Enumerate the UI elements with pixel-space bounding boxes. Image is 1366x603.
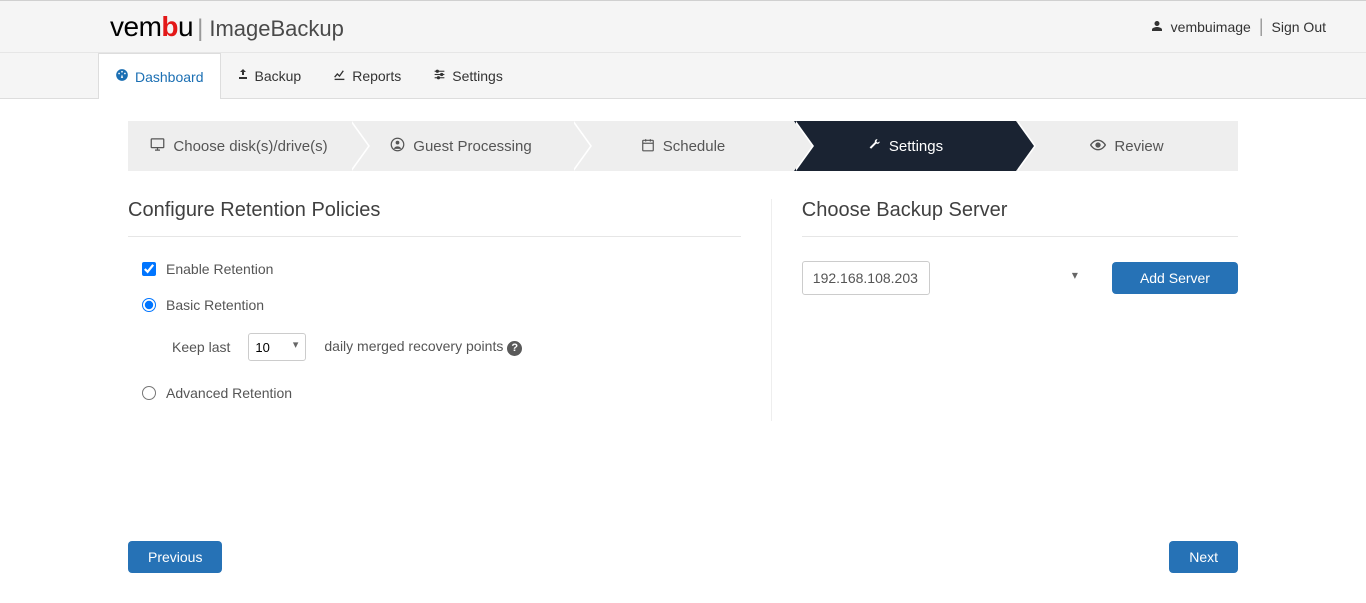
logo: vembu | ImageBackup: [110, 11, 344, 43]
wizard-step-review[interactable]: Review: [1016, 121, 1238, 171]
user-name[interactable]: vembuimage: [1171, 19, 1251, 35]
retention-panel: Configure Retention Policies Enable Rete…: [128, 199, 772, 421]
wizard-label: Settings: [889, 138, 943, 155]
sign-out-link[interactable]: Sign Out: [1272, 19, 1326, 35]
nav-label: Backup: [255, 68, 302, 84]
eye-icon: [1090, 137, 1106, 156]
wizard-step-schedule[interactable]: Schedule: [572, 121, 794, 171]
keep-last-suffix: daily merged recovery points: [324, 338, 503, 354]
wizard-step-choose-disk[interactable]: Choose disk(s)/drive(s): [128, 121, 350, 171]
panel-title: Choose Backup Server: [802, 199, 1238, 237]
wizard-label: Schedule: [663, 138, 726, 155]
nav-label: Reports: [352, 68, 401, 84]
server-panel: Choose Backup Server 192.168.108.203 Add…: [772, 199, 1238, 421]
nav-label: Settings: [452, 68, 503, 84]
user-icon: [1151, 19, 1163, 35]
upload-icon: [237, 68, 249, 83]
enable-retention-checkbox[interactable]: [142, 262, 156, 276]
calendar-icon: [641, 138, 655, 155]
header-bar: vembu | ImageBackup vembuimage | Sign Ou…: [0, 1, 1366, 53]
advanced-retention-radio[interactable]: [142, 386, 156, 400]
add-server-button[interactable]: Add Server: [1112, 262, 1238, 294]
wizard-step-guest[interactable]: Guest Processing: [350, 121, 572, 171]
monitor-icon: [150, 137, 165, 155]
wizard-label: Review: [1114, 138, 1163, 155]
enable-retention-label: Enable Retention: [166, 261, 273, 277]
basic-retention-radio[interactable]: [142, 298, 156, 312]
chart-icon: [333, 68, 346, 84]
wizard-step-settings[interactable]: Settings: [794, 121, 1016, 171]
backup-server-select[interactable]: 192.168.108.203: [802, 261, 930, 295]
user-area: vembuimage | Sign Out: [1151, 16, 1326, 37]
keep-last-select[interactable]: 10: [248, 333, 306, 361]
nav-settings[interactable]: Settings: [417, 53, 519, 98]
nav-dashboard[interactable]: Dashboard: [98, 53, 221, 99]
nav-reports[interactable]: Reports: [317, 53, 417, 98]
next-button[interactable]: Next: [1169, 541, 1238, 573]
wrench-icon: [867, 138, 881, 155]
nav-backup[interactable]: Backup: [221, 53, 318, 98]
product-name: ImageBackup: [209, 16, 344, 42]
user-circle-icon: [390, 137, 405, 155]
panel-title: Configure Retention Policies: [128, 199, 741, 237]
dashboard-icon: [115, 68, 129, 85]
previous-button[interactable]: Previous: [128, 541, 222, 573]
sliders-icon: [433, 68, 446, 84]
nav-bar: Dashboard Backup Reports Settings: [0, 53, 1366, 99]
help-icon[interactable]: ?: [507, 341, 522, 356]
basic-retention-label: Basic Retention: [166, 297, 264, 313]
advanced-retention-label: Advanced Retention: [166, 385, 292, 401]
wizard-steps: Choose disk(s)/drive(s) Guest Processing…: [128, 121, 1238, 171]
keep-last-label: Keep last: [172, 339, 230, 355]
wizard-label: Guest Processing: [413, 138, 531, 155]
nav-label: Dashboard: [135, 69, 204, 85]
wizard-label: Choose disk(s)/drive(s): [173, 138, 327, 155]
